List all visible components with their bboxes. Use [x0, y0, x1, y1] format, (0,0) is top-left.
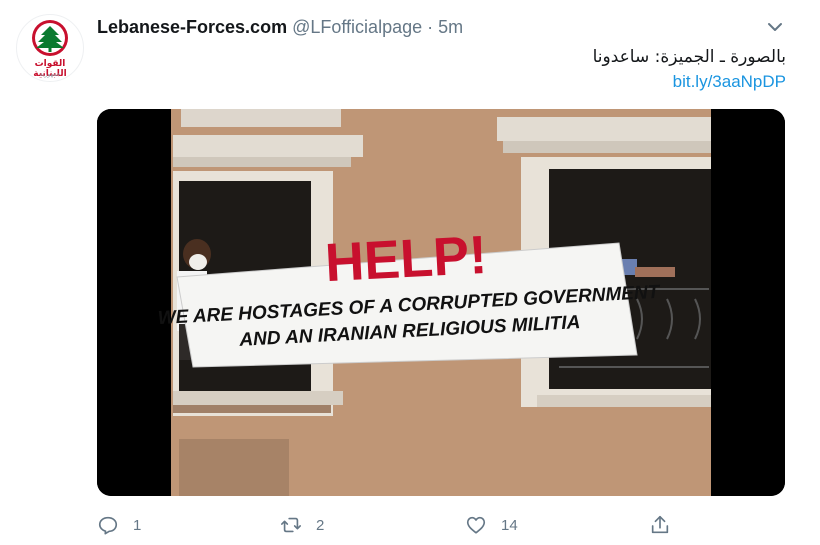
- share-icon: [651, 515, 669, 534]
- retweet-button[interactable]: 2: [280, 512, 324, 538]
- retweet-count: 2: [316, 516, 325, 534]
- like-count: 14: [501, 516, 518, 534]
- tweet-link[interactable]: bit.ly/3aaNpDP: [673, 72, 786, 92]
- tweet-text: بالصورة ـ الجميزة: ساعدونا: [592, 47, 786, 67]
- reply-count: 1: [133, 516, 142, 534]
- author-handle[interactable]: @LFofficialpage: [292, 17, 422, 37]
- tweet-header: Lebanese-Forces.com @LFofficialpage · 5m: [97, 17, 463, 38]
- reply-button[interactable]: 1: [97, 512, 141, 538]
- chevron-down-icon[interactable]: [765, 17, 785, 37]
- tweet-media[interactable]: HELP! WE ARE HOSTAGES OF A CORRUPTED GOV…: [97, 109, 785, 496]
- logo-subtext: جمهورية: [39, 71, 61, 78]
- tweet-time[interactable]: 5m: [438, 17, 463, 37]
- separator-dot: ·: [422, 17, 439, 37]
- heart-icon: [466, 516, 486, 534]
- like-button[interactable]: 14: [465, 512, 518, 538]
- banner-heading: HELP!: [324, 225, 489, 293]
- avatar[interactable]: القوات اللبنانية جمهورية: [16, 14, 84, 82]
- tweet-actions: 1 2 14: [97, 512, 697, 538]
- retweet-icon: [281, 517, 301, 533]
- media-photo: HELP! WE ARE HOSTAGES OF A CORRUPTED GOV…: [97, 109, 785, 496]
- author-name[interactable]: Lebanese-Forces.com: [97, 17, 287, 37]
- share-button[interactable]: [649, 512, 671, 538]
- reply-icon: [98, 516, 118, 535]
